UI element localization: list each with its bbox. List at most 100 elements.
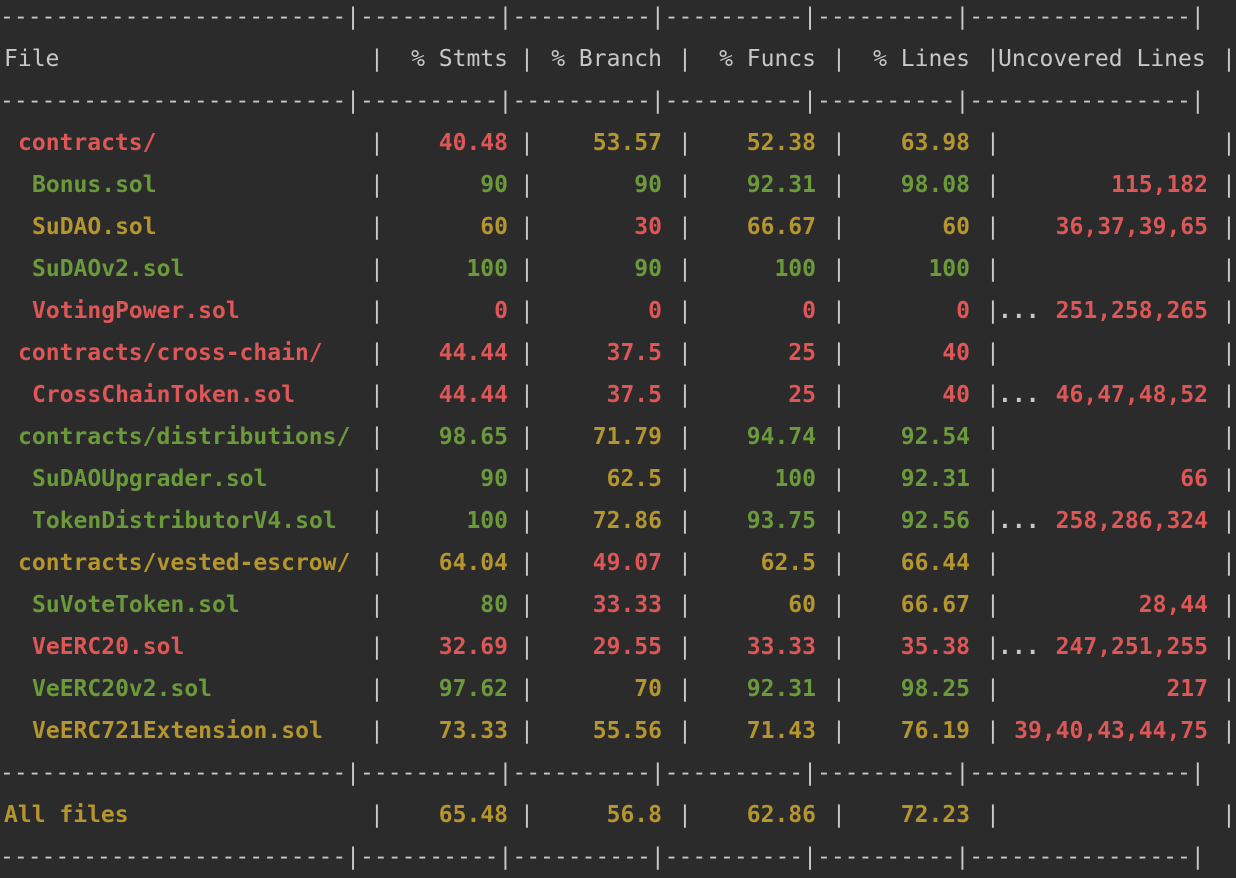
lines-value: 92.31 [900,466,970,492]
column-separator: | [832,382,846,408]
column-separator: | [832,424,846,450]
branch-value: 49.07 [592,550,662,576]
stmts-value: 44.44 [438,340,508,366]
file-name: Bonus.sol [32,172,157,198]
column-separator: | [370,508,384,534]
file-name: VotingPower.sol [32,298,240,324]
table-row: SuDAOv2.sol 100 90 100 100 | | | | | | [0,248,1236,290]
column-separator: | [832,718,846,744]
column-separator: | [520,508,534,534]
file-name: TokenDistributorV4.sol [32,508,337,534]
file-name: SuDAOv2.sol [32,256,185,282]
stmts-value: 100 [466,256,508,282]
column-separator: | [370,634,384,660]
branch-value: 71.79 [592,424,662,450]
stmts-value: 80 [480,592,508,618]
column-separator: | [520,298,534,324]
uncovered-lines-value: 115,182 [1111,172,1208,198]
column-separator: | [678,718,692,744]
terminal-output: -------------------------|----------|---… [0,0,1236,874]
column-separator: | [678,802,692,828]
branch-value: 70 [634,676,662,702]
lines-value: 92.54 [900,424,970,450]
column-separator: | [1222,256,1236,282]
table-row: contracts/40.48 53.57 52.38 63.98 | | | | | | [0,122,1236,164]
column-separator: | [678,466,692,492]
lines-value: 76.19 [900,718,970,744]
branch-value: 0 [648,298,662,324]
table-row: VeERC20.sol 32.69 29.55 33.33 35.38... 247,25… [0,626,1236,668]
column-separator: | [678,634,692,660]
column-separator: | [370,802,384,828]
column-separator: | [520,424,534,450]
table-row: contracts/distributions/98.65 71.79 94.74 9… [0,416,1236,458]
column-separator: | [370,424,384,450]
funcs-value: 66.67 [746,214,816,240]
column-separator: | [678,172,692,198]
uncovered-lines-value: 28,44 [1138,592,1208,618]
uncovered-lines-value [1000,416,1208,458]
table-row: SuVoteToken.sol 80 33.33 60 66.67 28,44 | | | | | | [0,584,1236,626]
lines-value: 0 [956,298,970,324]
column-separator: | [1222,46,1236,72]
column-separator: | [370,340,384,366]
column-separator: | [370,298,384,324]
column-separator: | [370,46,384,72]
table-row: TokenDistributorV4.sol 100 72.86 93.75 92.56… [0,500,1236,542]
column-separator: | [520,214,534,240]
file-name: SuDAOUpgrader.sol [32,466,268,492]
column-separator: | [832,592,846,618]
column-separator: | [986,130,1000,156]
total-row: All files 65.48 56.8 62.86 72.23 | | | | | | [0,794,1236,836]
column-separator: | [370,256,384,282]
column-separator: | [986,466,1000,492]
table-row: SuDAO.sol 60 30 66.67 60 36,37,39,65 | | | | | | [0,206,1236,248]
uncovered-lines-value: 36,37,39,65 [1055,214,1208,240]
table-row: Bonus.sol 90 90 92.31 98.08 115,182 | | | | | | [0,164,1236,206]
uncovered-lines-value [1000,248,1208,290]
column-separator: | [678,550,692,576]
column-separator: | [986,592,1000,618]
uncovered-lines-value: 66 [1180,466,1208,492]
column-separator: | [832,172,846,198]
funcs-value: 92.31 [746,172,816,198]
column-separator: | [370,718,384,744]
stmts-value: 90 [480,172,508,198]
funcs-value: 94.74 [746,424,816,450]
header-lines: % Lines [873,46,970,72]
column-separator: | [832,466,846,492]
column-separator: | [832,340,846,366]
file-name: contracts/ [18,130,157,156]
lines-value: 66.44 [900,550,970,576]
uncovered-lines-value [1000,794,1208,836]
file-name: contracts/distributions/ [18,424,351,450]
lines-value: 40 [942,340,970,366]
column-separator: | [1222,550,1236,576]
stmts-value: 98.65 [438,424,508,450]
column-separator: | [678,508,692,534]
uncovered-lines-value [1000,542,1208,584]
stmts-value: 97.62 [438,676,508,702]
lines-value: 66.67 [900,592,970,618]
column-separator: | [1222,718,1236,744]
column-separator: | [832,130,846,156]
column-separator: | [678,214,692,240]
column-separator: | [1222,466,1236,492]
column-separator: | [1222,298,1236,324]
column-separator: | [832,802,846,828]
column-separator: | [370,172,384,198]
lines-value: 63.98 [900,130,970,156]
uncovered-lines-value [1000,332,1208,374]
stmts-value: 32.69 [438,634,508,660]
branch-value: 90 [634,172,662,198]
column-separator: | [520,466,534,492]
column-separator: | [678,340,692,366]
funcs-value: 60 [788,592,816,618]
column-separator: | [832,214,846,240]
column-separator: | [832,634,846,660]
funcs-value: 33.33 [746,634,816,660]
uncovered-lines-value: 39,40,43,44,75 [1014,718,1208,744]
column-separator: | [986,802,1000,828]
column-separator: | [986,214,1000,240]
branch-value: 37.5 [606,382,662,408]
